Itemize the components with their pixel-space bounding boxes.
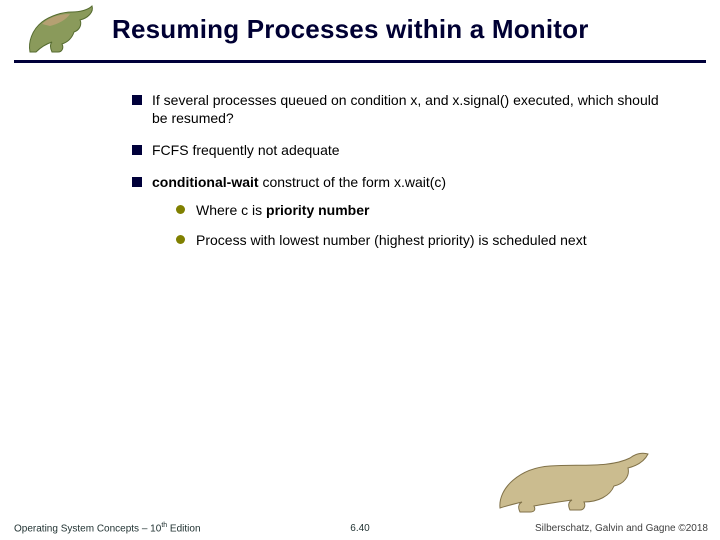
bullet-item: If several processes queued on condition…	[132, 92, 672, 128]
bullet-item: FCFS frequently not adequate	[132, 142, 672, 160]
footer: Operating System Concepts – 10th Edition…	[0, 514, 720, 534]
bullet-text: FCFS frequently not adequate	[152, 142, 340, 158]
dinosaur-top-icon	[22, 2, 102, 58]
title-rule	[14, 60, 706, 63]
bullet-text: Process with lowest number (highest prio…	[196, 232, 587, 248]
bullet-bold: conditional-wait	[152, 174, 259, 190]
bullet-text: construct of the form x.wait(c)	[259, 174, 447, 190]
bullet-text: If several processes queued on condition…	[152, 92, 659, 126]
slide: Resuming Processes within a Monitor If s…	[0, 0, 720, 540]
sub-bullet-item: Process with lowest number (highest prio…	[176, 232, 672, 250]
bullet-item: conditional-wait construct of the form x…	[132, 174, 672, 250]
dinosaur-bottom-icon	[490, 448, 650, 518]
bullet-bold: priority number	[266, 202, 369, 218]
content-area: If several processes queued on condition…	[132, 92, 672, 263]
header: Resuming Processes within a Monitor	[0, 0, 720, 62]
footer-right: Silberschatz, Galvin and Gagne ©2018	[535, 523, 708, 534]
sub-bullet-item: Where c is priority number	[176, 202, 672, 220]
slide-title: Resuming Processes within a Monitor	[112, 14, 589, 45]
bullet-text: Where c is	[196, 202, 266, 218]
